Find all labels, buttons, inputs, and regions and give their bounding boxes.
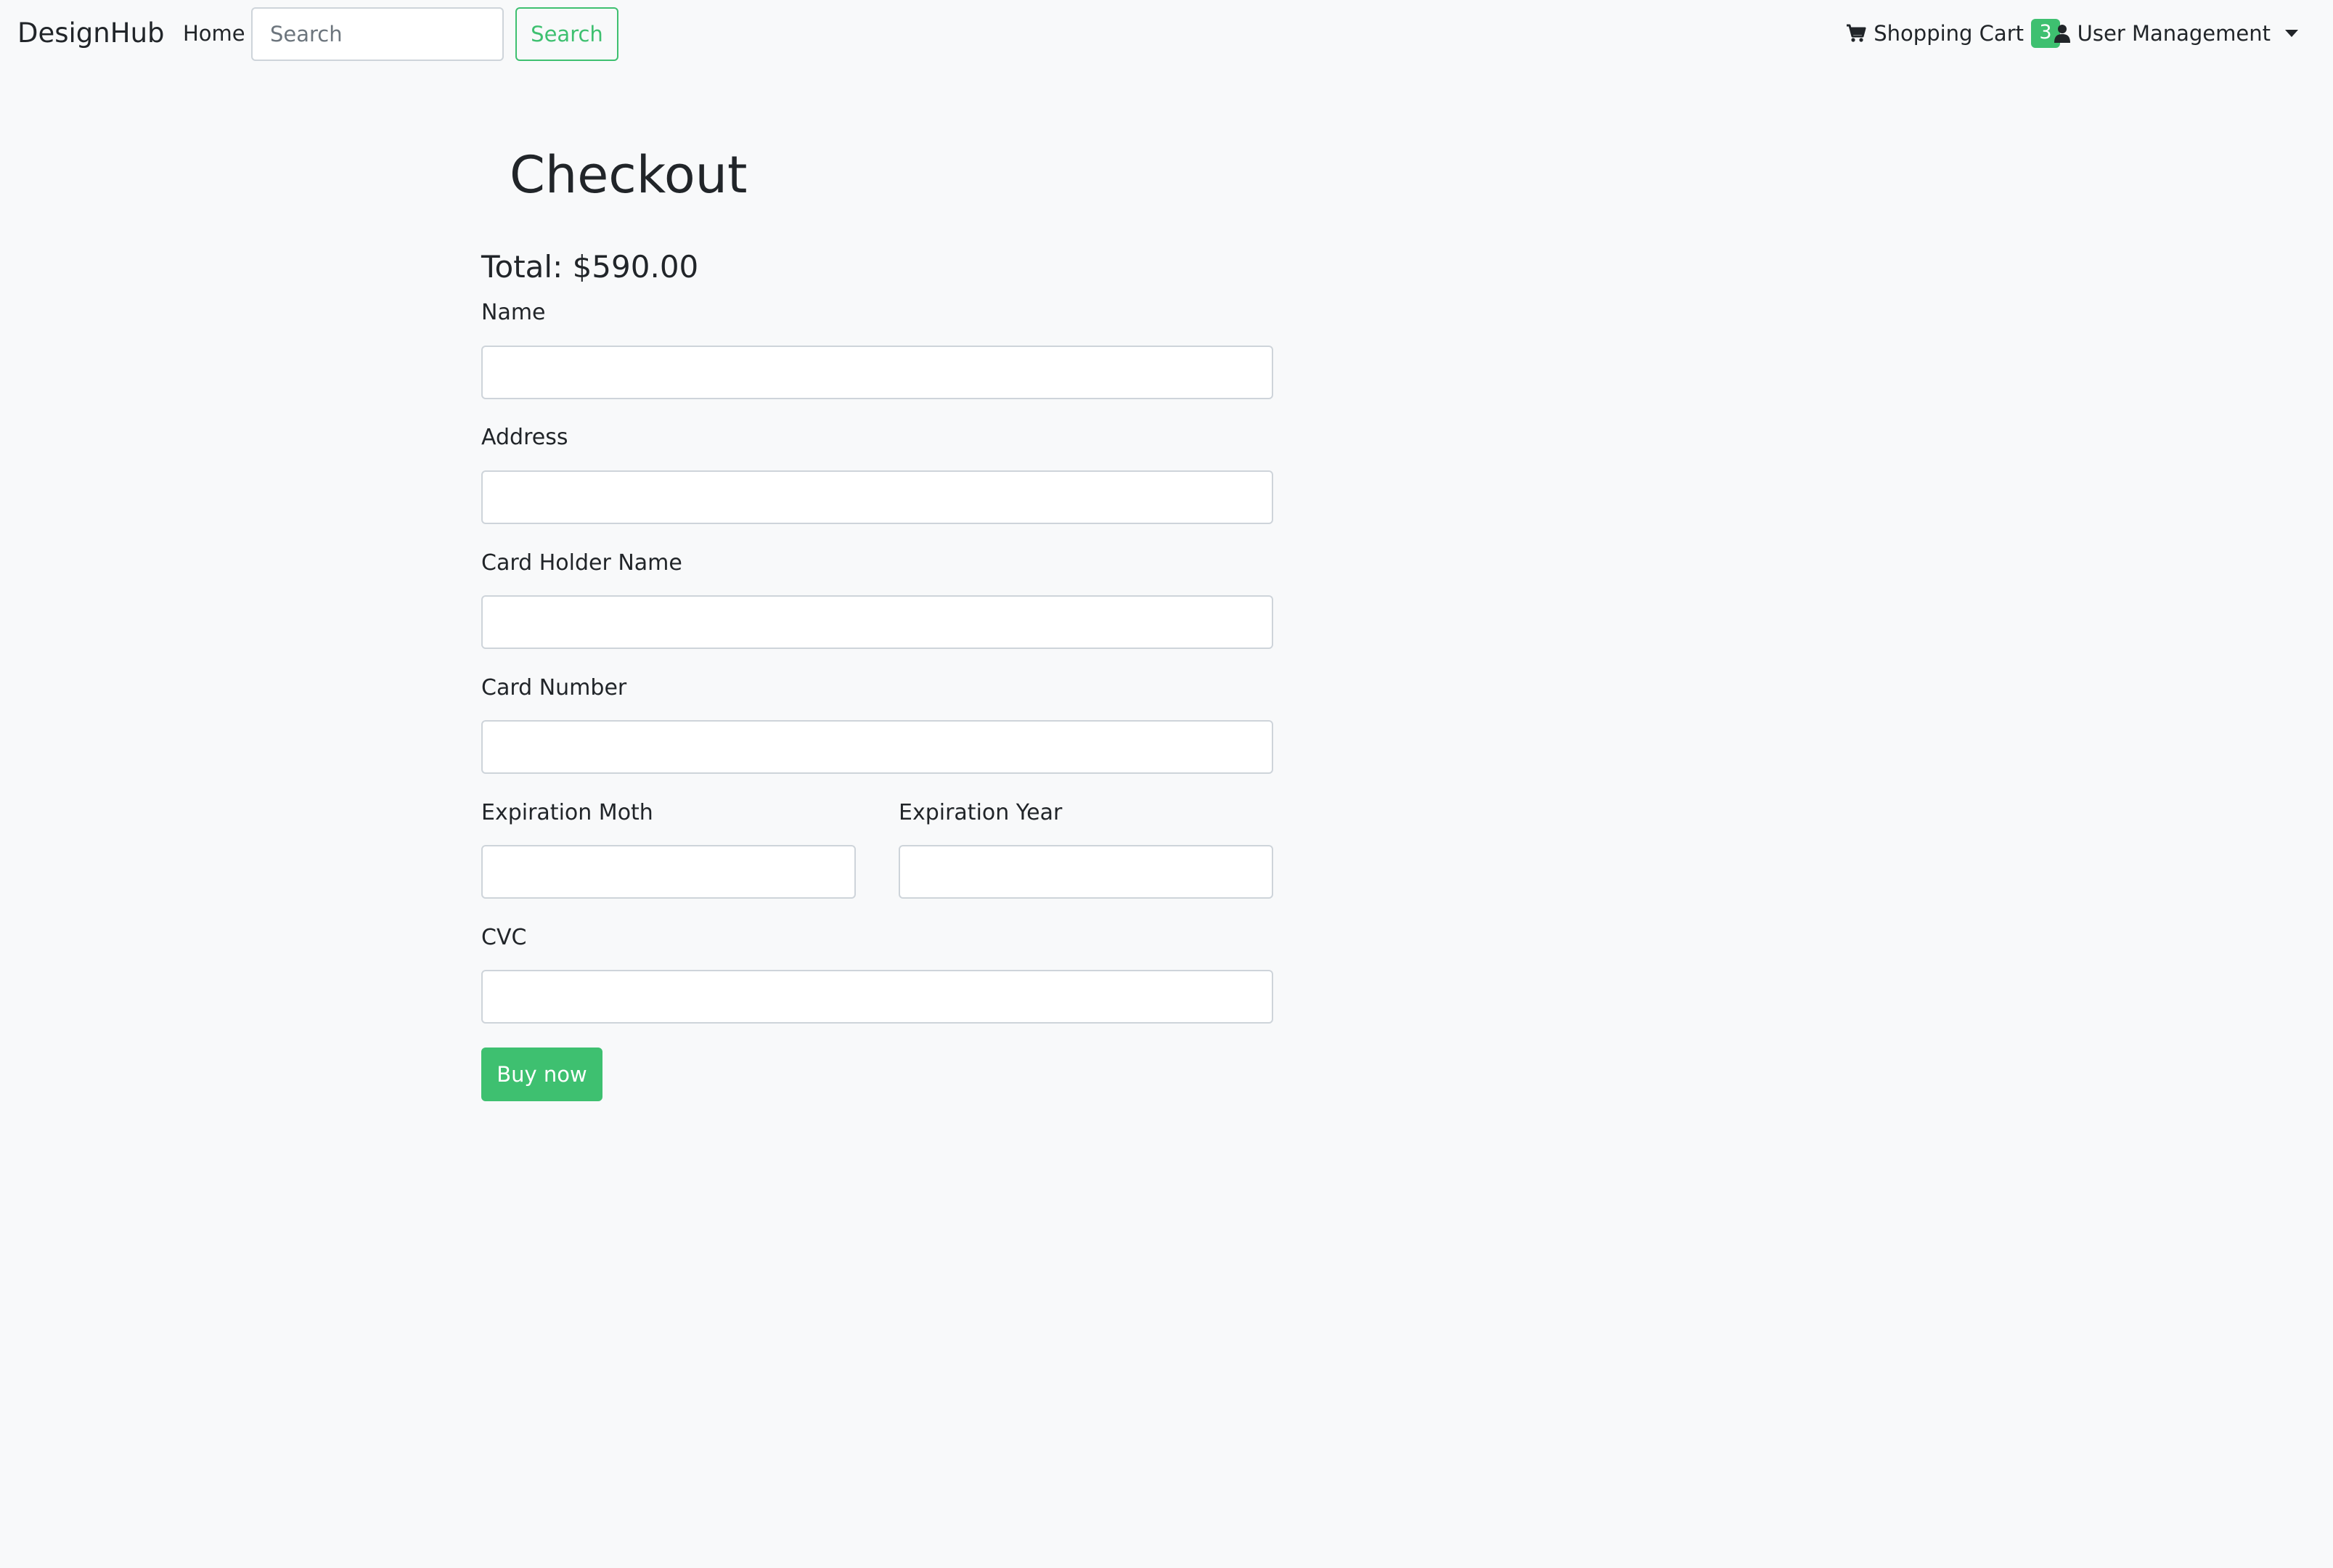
name-label: Name [481,300,546,325]
card-holder-name-field[interactable] [481,595,1273,649]
name-field[interactable] [481,346,1273,399]
cvc-field[interactable] [481,970,1273,1024]
card-holder-name-label: Card Holder Name [481,550,682,576]
user-management-label: User Management [2077,21,2271,46]
expiration-month-field[interactable] [481,845,856,899]
card-number-field[interactable] [481,720,1273,774]
shopping-cart-link[interactable]: Shopping Cart 3 [1846,17,2060,49]
brand-logo-link[interactable]: DesignHub [17,16,165,51]
expiration-month-label: Expiration Moth [481,800,653,825]
user-management-dropdown[interactable]: User Management [2054,17,2298,49]
top-navbar: DesignHub Home Search Shopping Cart 3 Us… [0,0,2333,67]
nav-home-link[interactable]: Home [183,19,245,48]
user-icon [2054,25,2070,43]
shopping-cart-label: Shopping Cart [1874,21,2024,46]
order-total: Total: $590.00 [481,249,699,285]
address-label: Address [481,425,568,450]
expiration-year-label: Expiration Year [899,800,1063,825]
caret-down-icon [2285,30,2298,37]
expiration-year-field[interactable] [899,845,1273,899]
card-number-label: Card Number [481,675,627,701]
search-input[interactable] [251,7,504,61]
address-field[interactable] [481,470,1273,524]
cvc-label: CVC [481,925,527,950]
buy-now-button[interactable]: Buy now [481,1048,602,1101]
search-button[interactable]: Search [515,7,618,61]
shopping-cart-icon [1847,24,1866,42]
page-title: Checkout [510,145,748,205]
